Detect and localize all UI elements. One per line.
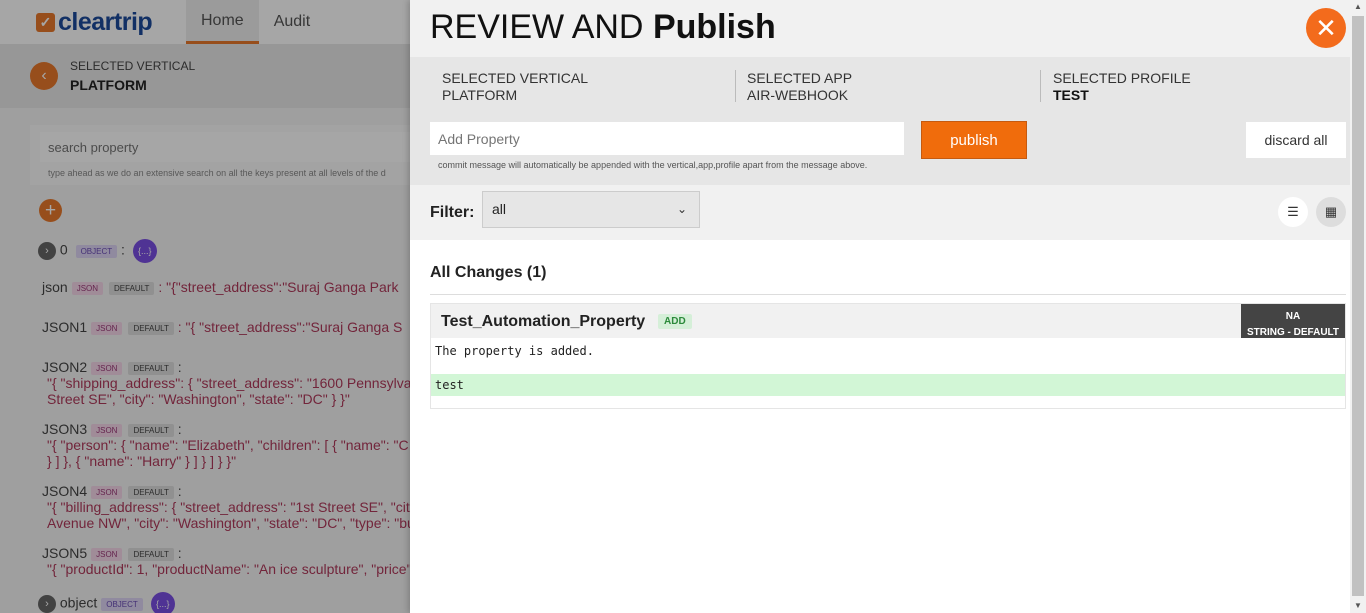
discard-all-button[interactable]: discard all [1246, 122, 1346, 158]
grid-view-button[interactable]: ▦ [1316, 197, 1346, 227]
change-card: Test_Automation_Property ADD NA STRING -… [430, 303, 1346, 409]
meta-label: SELECTED APP [747, 70, 853, 86]
scroll-down-icon[interactable]: ▼ [1350, 599, 1366, 613]
filter-select[interactable]: all ⌄ [482, 191, 700, 228]
chevron-down-icon: ⌄ [676, 202, 687, 216]
selection-summary: SELECTED VERTICAL PLATFORM SELECTED APP … [410, 57, 1350, 185]
title-light: REVIEW AND [430, 8, 644, 46]
meta-value: TEST [1053, 87, 1089, 103]
modal-overlay[interactable] [0, 0, 410, 613]
review-publish-panel: REVIEW AND Publish ✕ SELECTED VERTICAL P… [410, 0, 1350, 613]
scrollbar[interactable]: ▲ ▼ [1350, 0, 1366, 613]
add-property-input[interactable] [430, 122, 904, 155]
panel-header: REVIEW AND Publish ✕ [410, 0, 1350, 57]
filter-bar: Filter: all ⌄ ☰ ▦ [410, 185, 1350, 240]
meta-profile: SELECTED PROFILE TEST [1053, 70, 1343, 103]
diff-added-line: test [431, 374, 1345, 396]
list-icon: ☰ [1287, 204, 1299, 219]
meta-app: SELECTED APP AIR-WEBHOOK [747, 70, 1037, 103]
meta-value: PLATFORM [442, 87, 518, 103]
close-button[interactable]: ✕ [1306, 8, 1346, 48]
close-icon: ✕ [1315, 12, 1337, 43]
property-name: Test_Automation_Property [441, 313, 646, 330]
commit-hint: commit message will automatically be app… [438, 160, 868, 170]
divider [430, 294, 1346, 295]
add-badge: ADD [658, 314, 692, 329]
filter-label: Filter: [430, 204, 475, 221]
change-card-header: Test_Automation_Property ADD NA STRING -… [431, 304, 1345, 338]
title-bold: Publish [652, 8, 776, 46]
grid-icon: ▦ [1324, 204, 1338, 219]
divider [735, 70, 736, 102]
changes-title: All Changes (1) [430, 264, 547, 281]
filter-value: all [492, 201, 507, 217]
meta-vertical: SELECTED VERTICAL PLATFORM [442, 70, 732, 103]
panel-title: REVIEW AND Publish [430, 8, 776, 47]
change-description: The property is added. [435, 344, 594, 358]
meta-value: AIR-WEBHOOK [747, 87, 849, 103]
scroll-up-icon[interactable]: ▲ [1350, 0, 1366, 14]
type-line-2: STRING - DEFAULT [1246, 327, 1340, 338]
type-line-1: NA [1285, 311, 1301, 322]
publish-button[interactable]: publish [921, 121, 1027, 159]
list-view-button[interactable]: ☰ [1278, 197, 1308, 227]
property-type-badge: NA STRING - DEFAULT [1241, 304, 1345, 338]
divider [1040, 70, 1041, 102]
meta-label: SELECTED PROFILE [1053, 70, 1191, 86]
scroll-thumb[interactable] [1352, 16, 1364, 596]
meta-label: SELECTED VERTICAL [442, 70, 589, 86]
